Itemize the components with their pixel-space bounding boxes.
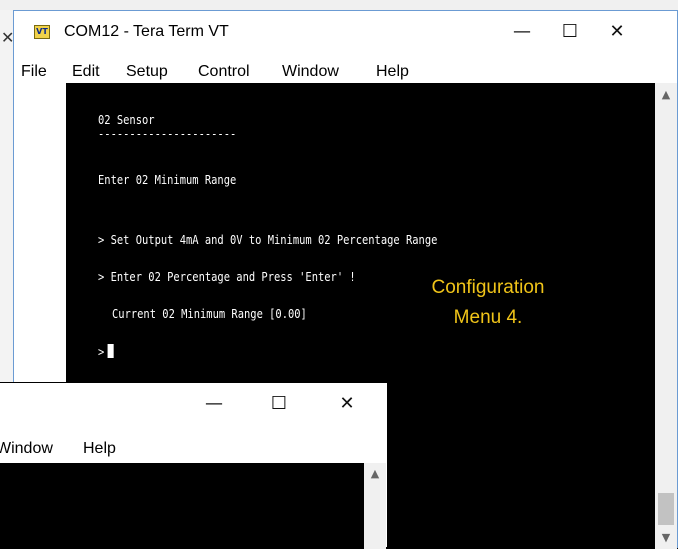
menu-control[interactable]: Control bbox=[198, 63, 250, 81]
text-cursor bbox=[107, 344, 114, 358]
front-scroll-up-icon[interactable]: ▲ bbox=[364, 463, 386, 549]
vertical-scrollbar[interactable]: ▲ ▼ bbox=[655, 83, 677, 549]
configuration-annotation: Configuration Menu 4. bbox=[401, 273, 575, 333]
front-close-button[interactable]: ✕ bbox=[324, 383, 370, 425]
terminal-line: > Enter 02 Percentage and Press 'Enter' … bbox=[98, 270, 356, 284]
close-button[interactable]: ✕ bbox=[594, 11, 640, 53]
front-maximize-button[interactable]: ☐ bbox=[256, 383, 302, 425]
menu-bar: File Edit Setup Control Window Help bbox=[14, 55, 677, 83]
terminal-line: Enter 02 Minimum Range bbox=[98, 173, 237, 187]
scrollbar-thumb[interactable] bbox=[658, 493, 674, 525]
annotation-line-2: Menu 4. bbox=[453, 307, 523, 328]
terminal-line: ---------------------- bbox=[98, 127, 237, 141]
menu-setup[interactable]: Setup bbox=[126, 63, 168, 81]
annotation-line-1: Configuration bbox=[431, 277, 545, 298]
maximize-button[interactable]: ☐ bbox=[547, 11, 593, 53]
terminal-line: Current 02 Minimum Range [0.00] bbox=[112, 307, 307, 321]
scroll-up-icon[interactable]: ▲ bbox=[655, 83, 677, 105]
menu-edit[interactable]: Edit bbox=[72, 63, 100, 81]
second-tera-term-window: — ☐ ✕ Window Help ▲ bbox=[0, 382, 388, 549]
front-minimize-button[interactable]: — bbox=[191, 383, 237, 425]
scroll-down-icon[interactable]: ▼ bbox=[655, 527, 677, 549]
tera-term-app-icon[interactable]: VT bbox=[34, 25, 50, 39]
window-title: COM12 - Tera Term VT bbox=[64, 23, 229, 40]
menu-help[interactable]: Help bbox=[376, 63, 409, 81]
menu-window[interactable]: Window bbox=[282, 63, 339, 81]
terminal-prompt: > bbox=[98, 344, 114, 359]
prompt-symbol: > bbox=[98, 345, 105, 359]
front-menu-help[interactable]: Help bbox=[83, 440, 116, 458]
minimize-button[interactable]: — bbox=[499, 11, 545, 53]
front-menu-bar: Window Help bbox=[0, 435, 387, 461]
terminal-line: 02 Sensor bbox=[98, 113, 155, 127]
title-bar[interactable]: VT COM12 - Tera Term VT — ☐ ✕ bbox=[14, 11, 677, 53]
menu-file[interactable]: File bbox=[21, 63, 47, 81]
terminal-line: > Set Output 4mA and 0V to Minimum 02 Pe… bbox=[98, 233, 438, 247]
front-menu-window[interactable]: Window bbox=[0, 440, 53, 458]
front-terminal-screen[interactable] bbox=[0, 463, 364, 549]
